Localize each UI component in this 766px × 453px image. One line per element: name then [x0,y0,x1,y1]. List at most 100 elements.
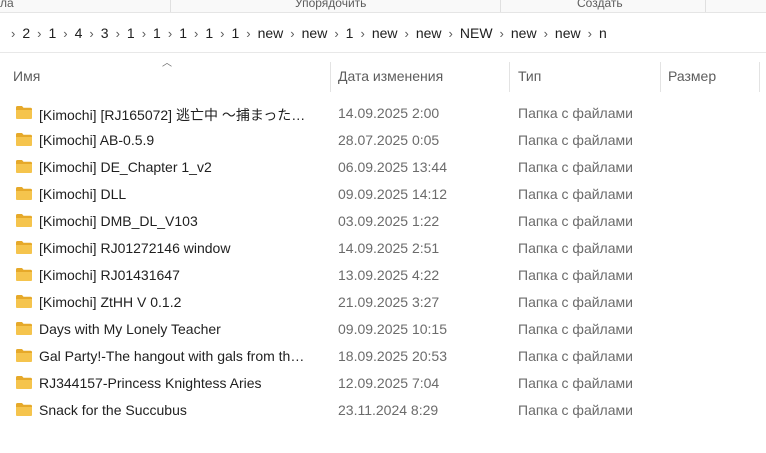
column-divider[interactable] [660,62,661,92]
folder-icon [16,403,32,416]
ribbon-group-labels: ла Упорядочить Создать [0,0,766,13]
breadcrumb-item[interactable]: 3 [99,25,111,41]
chevron-right-icon[interactable]: › [544,26,548,41]
breadcrumb-item[interactable]: new [256,25,286,41]
chevron-right-icon[interactable]: › [194,26,198,41]
breadcrumb-item[interactable]: new [414,25,444,41]
chevron-right-icon[interactable]: › [220,26,224,41]
column-header-name[interactable]: Имя [13,60,40,92]
breadcrumb-item[interactable]: new [553,25,583,41]
column-header-date[interactable]: Дата изменения [338,60,443,92]
file-name[interactable]: [Kimochi] RJ01272146 window [39,240,319,256]
breadcrumb-item[interactable]: 1 [151,25,163,41]
chevron-right-icon[interactable]: › [142,26,146,41]
file-row[interactable]: Snack for the Succubus 23.11.2024 8:29 Пап… [0,397,766,424]
file-row[interactable]: [Kimochi] DLL 09.09.2025 14:12 Папка с фай… [0,181,766,208]
chevron-right-icon[interactable]: › [168,26,172,41]
file-name[interactable]: [Kimochi] DE_Chapter 1_v2 [39,159,319,175]
breadcrumb: › 2 › 1 › 4 › 3 › 1 › 1 › 1 › 1 › 1 › new › new › 1 › new › new › NEW… [6,25,609,41]
ribbon-group-sort: Упорядочить [295,0,367,10]
breadcrumb-item[interactable]: 1 [46,25,58,41]
column-header-row: Имя Дата изменения Тип Размер [0,60,766,92]
column-divider[interactable] [509,62,510,92]
file-type: Папка с файлами [518,186,633,202]
file-list: [Kimochi] [RJ165072] 逃亡中 ～捕まったら… 14.09.20… [0,100,766,424]
file-date-modified: 03.09.2025 1:22 [338,213,440,229]
folder-icon [16,241,32,254]
breadcrumb-item[interactable]: new [300,25,330,41]
breadcrumb-item[interactable]: 2 [20,25,32,41]
file-row[interactable]: [Kimochi] DE_Chapter 1_v2 06.09.2025 13:4… [0,154,766,181]
file-type: Папка с файлами [518,132,633,148]
file-name[interactable]: Gal Party!-The hangout with gals from th… [39,348,319,364]
file-type: Папка с файлами [518,294,633,310]
breadcrumb-item[interactable]: 1 [125,25,137,41]
chevron-right-icon[interactable]: › [500,26,504,41]
file-name[interactable]: [Kimochi] DLL [39,186,319,202]
file-date-modified: 18.09.2025 20:53 [338,348,447,364]
breadcrumb-item[interactable]: 1 [344,25,356,41]
file-date-modified: 12.09.2025 7:04 [338,375,440,391]
folder-icon [16,214,32,227]
chevron-right-icon[interactable]: › [246,26,250,41]
file-row[interactable]: [Kimochi] DMB_DL_V103 03.09.2025 1:22 Папк… [0,208,766,235]
chevron-right-icon[interactable]: › [588,26,592,41]
file-type: Папка с файлами [518,267,633,283]
file-row[interactable]: Gal Party!-The hangout with gals from th… [0,343,766,370]
breadcrumb-item[interactable]: NEW [458,25,495,41]
column-divider[interactable] [330,62,331,92]
file-row[interactable]: [Kimochi] RJ01272146 window 14.09.2025 2:… [0,235,766,262]
folder-icon [16,376,32,389]
file-date-modified: 14.09.2025 2:51 [338,240,440,256]
column-header-size[interactable]: Размер [668,60,716,92]
chevron-right-icon[interactable]: › [63,26,67,41]
file-row[interactable]: [Kimochi] ZtHH V 0.1.2 21.09.2025 3:27 Пап… [0,289,766,316]
file-name[interactable]: [Kimochi] DMB_DL_V103 [39,213,319,229]
file-type: Папка с файлами [518,375,633,391]
folder-icon [16,322,32,335]
breadcrumb-item[interactable]: n [597,25,609,41]
chevron-right-icon[interactable]: › [11,26,15,41]
file-type: Папка с файлами [518,159,633,175]
file-row[interactable]: [Kimochi] RJ01431647 13.09.2025 4:22 Папка… [0,262,766,289]
chevron-right-icon[interactable]: › [334,26,338,41]
file-date-modified: 13.09.2025 4:22 [338,267,440,283]
file-row[interactable]: [Kimochi] AB-0.5.9 28.07.2025 0:05 Папка с… [0,127,766,154]
chevron-right-icon[interactable]: › [290,26,294,41]
file-name[interactable]: [Kimochi] [RJ165072] 逃亡中 ～捕まったら… [39,105,319,125]
chevron-right-icon[interactable]: › [405,26,409,41]
ribbon-group-label: ла [0,0,14,10]
breadcrumb-item[interactable]: 1 [177,25,189,41]
file-row[interactable]: Days with My Lonely Teacher 09.09.2025 10… [0,316,766,343]
file-row[interactable]: RJ344157-Princess Knightess Aries 12.09.2… [0,370,766,397]
folder-icon [16,160,32,173]
breadcrumb-item[interactable]: new [370,25,400,41]
breadcrumb-item[interactable]: 1 [229,25,241,41]
file-name[interactable]: [Kimochi] ZtHH V 0.1.2 [39,294,319,310]
file-name[interactable]: Days with My Lonely Teacher [39,321,319,337]
breadcrumb-item[interactable]: new [509,25,539,41]
chevron-right-icon[interactable]: › [37,26,41,41]
folder-icon [16,295,32,308]
breadcrumb-item[interactable]: 1 [203,25,215,41]
chevron-right-icon[interactable]: › [360,26,364,41]
file-type: Папка с файлами [518,105,633,121]
file-name[interactable]: RJ344157-Princess Knightess Aries [39,375,319,391]
chevron-right-icon[interactable]: › [449,26,453,41]
column-header-type[interactable]: Тип [518,60,541,92]
file-row[interactable]: [Kimochi] [RJ165072] 逃亡中 ～捕まったら… 14.09.20… [0,100,766,127]
file-name[interactable]: [Kimochi] AB-0.5.9 [39,132,319,148]
file-date-modified: 06.09.2025 13:44 [338,159,447,175]
chevron-right-icon[interactable]: › [89,26,93,41]
file-name[interactable]: [Kimochi] RJ01431647 [39,267,319,283]
folder-icon [16,106,32,119]
chevron-right-icon[interactable]: › [116,26,120,41]
file-date-modified: 23.11.2024 8:29 [338,402,439,418]
file-date-modified: 14.09.2025 2:00 [338,105,440,121]
breadcrumb-item[interactable]: 4 [73,25,85,41]
file-name[interactable]: Snack for the Succubus [39,402,319,418]
file-type: Папка с файлами [518,321,633,337]
folder-icon [16,187,32,200]
address-bar[interactable]: › 2 › 1 › 4 › 3 › 1 › 1 › 1 › 1 › 1 › new › new › 1 › new › new › NEW… [0,18,766,53]
column-divider[interactable] [759,62,760,92]
